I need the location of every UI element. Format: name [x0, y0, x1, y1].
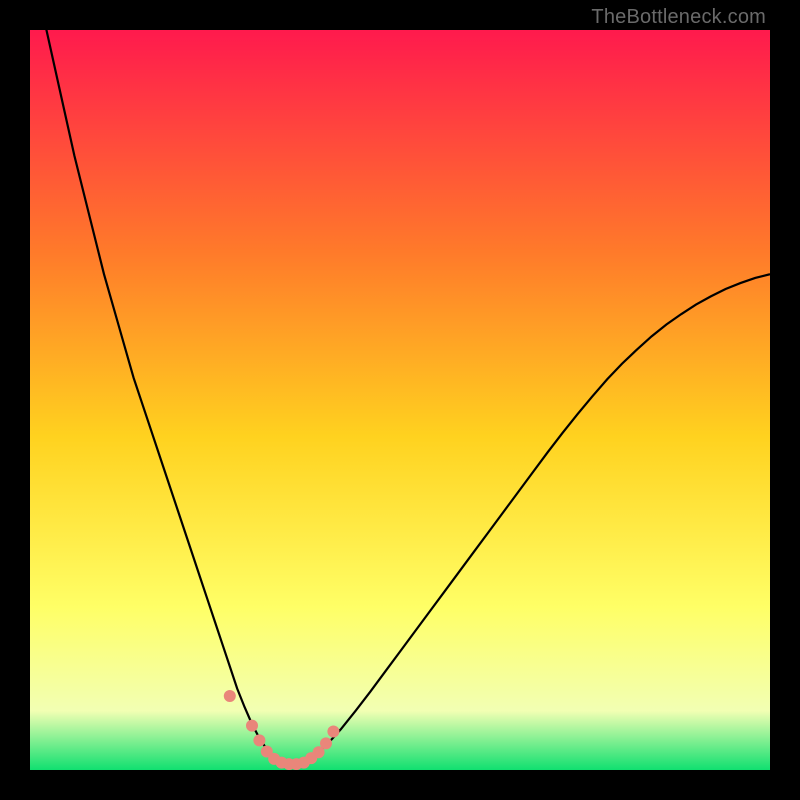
- curve-marker: [327, 726, 339, 738]
- curve-markers: [224, 690, 340, 770]
- watermark-text: TheBottleneck.com: [591, 6, 766, 29]
- chart-frame: TheBottleneck.com: [0, 0, 800, 800]
- curve-marker: [246, 720, 258, 732]
- plot-area: [30, 30, 770, 770]
- curve-marker: [253, 734, 265, 746]
- bottleneck-curve: [30, 30, 770, 770]
- curve-marker: [320, 737, 332, 749]
- curve-marker: [224, 690, 236, 702]
